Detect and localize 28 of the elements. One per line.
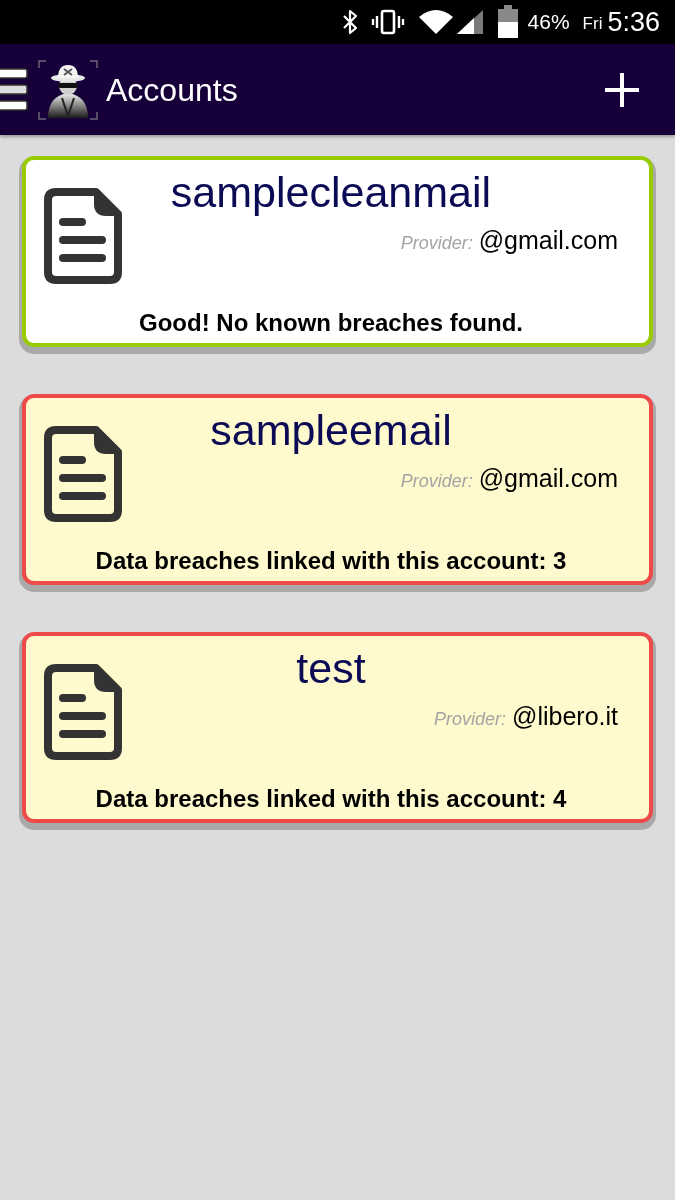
provider-domain: @libero.it: [512, 702, 618, 731]
day-label: Fri: [582, 14, 603, 34]
plus-icon: [604, 71, 640, 108]
bluetooth-icon: [341, 9, 358, 35]
document-icon: [44, 188, 122, 284]
battery-icon: [496, 5, 519, 39]
document-icon: [44, 664, 122, 760]
provider-label: Provider:: [400, 471, 473, 492]
provider-domain: @gmail.com: [478, 226, 618, 255]
provider-label: Provider:: [434, 709, 506, 730]
breach-status-text: Data breaches linked with this account: 3: [95, 547, 567, 575]
add-button[interactable]: [604, 71, 640, 108]
account-name: sampleemail: [210, 406, 452, 454]
spy-figure-icon: [38, 59, 98, 120]
account-name: samplecleanmail: [170, 168, 492, 216]
screen-title: Accounts: [106, 70, 238, 110]
account-name: test: [296, 644, 366, 692]
breach-status-text: Data breaches linked with this account: 4: [95, 785, 567, 813]
clock-time: 5:36: [607, 6, 660, 38]
menu-icon[interactable]: [0, 67, 28, 112]
provider-label: Provider:: [400, 233, 473, 254]
vibrate-icon: [370, 9, 405, 35]
provider-domain: @gmail.com: [478, 464, 618, 493]
document-icon: [44, 426, 122, 522]
breach-status-text: Good! No known breaches found.: [139, 309, 523, 337]
battery-percent: 46%: [527, 10, 570, 34]
wifi-icon: [417, 9, 454, 35]
signal-icon: [455, 9, 484, 35]
